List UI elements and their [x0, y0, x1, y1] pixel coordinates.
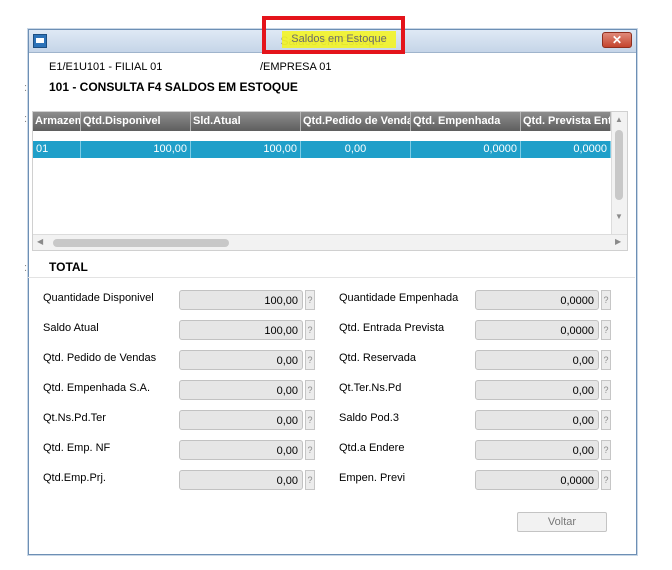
qtd-a-endere-field[interactable]: 0,00 — [475, 440, 599, 460]
section-divider — [28, 277, 635, 278]
help-icon[interactable]: ? — [305, 470, 315, 490]
col-header-qtd-pedido-vendas[interactable]: Qtd.Pedido de Vendas — [301, 112, 411, 131]
field-label: Qt.Ter.Ns.Pd — [339, 382, 402, 394]
background-artifact: : — [24, 113, 28, 125]
field-label: Empen. Previ — [339, 472, 406, 484]
vertical-scroll-thumb[interactable] — [615, 130, 623, 200]
empen-previ-field[interactable]: 0,0000 — [475, 470, 599, 490]
close-button[interactable]: ✕ — [602, 32, 632, 48]
help-icon[interactable]: ? — [601, 290, 611, 310]
help-icon[interactable]: ? — [305, 350, 315, 370]
col-header-sld-atual[interactable]: Sld.Atual — [191, 112, 301, 131]
field-label: Qtd. Emp. NF — [43, 442, 111, 454]
table-row[interactable]: 01 100,00 100,00 0,00 0,0000 0,0000 — [33, 141, 611, 158]
qt-ter-ns-pd-field[interactable]: 0,00 — [475, 380, 599, 400]
vertical-scrollbar[interactable]: ▲ ▼ — [611, 112, 627, 234]
field-label: Qtd. Empenhada S.A. — [43, 382, 151, 394]
highlighted-title-text: Saldos em Estoque — [291, 33, 387, 45]
cell-qtd-disponivel: 100,00 — [81, 141, 191, 158]
horizontal-scroll-thumb[interactable] — [53, 239, 229, 247]
field-label: Qtd. Reservada — [339, 352, 417, 364]
voltar-button[interactable]: Voltar — [517, 512, 607, 532]
scroll-up-icon[interactable]: ▲ — [615, 115, 623, 125]
grid-header: Armazem Qtd.Disponivel Sld.Atual Qtd.Ped… — [33, 112, 611, 131]
qtd-empenhada-sa-field[interactable]: 0,00 — [179, 380, 303, 400]
field-label: Saldo Pod.3 — [339, 412, 399, 424]
quantidade-disponivel-field[interactable]: 100,00 — [179, 290, 303, 310]
help-icon[interactable]: ? — [601, 470, 611, 490]
qtd-reservada-field[interactable]: 0,00 — [475, 350, 599, 370]
qtd-emp-nf-field[interactable]: 0,00 — [179, 440, 303, 460]
field-label: Quantidade Empenhada — [339, 292, 459, 304]
balance-grid[interactable]: Armazem Qtd.Disponivel Sld.Atual Qtd.Ped… — [32, 111, 628, 251]
quantidade-empenhada-field[interactable]: 0,0000 — [475, 290, 599, 310]
scroll-down-icon[interactable]: ▼ — [615, 212, 623, 222]
background-artifact: : — [24, 82, 28, 94]
field-label: Qtd.Emp.Prj. — [43, 472, 106, 484]
total-section-title: TOTAL — [49, 260, 88, 274]
qt-ns-pd-ter-field[interactable]: 0,00 — [179, 410, 303, 430]
col-header-armazem[interactable]: Armazem — [33, 112, 81, 131]
help-icon[interactable]: ? — [305, 290, 315, 310]
help-icon[interactable]: ? — [601, 350, 611, 370]
help-icon[interactable]: ? — [601, 320, 611, 340]
branch-label: E1/E1U101 - FILIAL 01 — [49, 61, 163, 73]
help-icon[interactable]: ? — [305, 380, 315, 400]
help-icon[interactable]: ? — [305, 320, 315, 340]
company-label: /EMPRESA 01 — [260, 61, 332, 73]
field-label: Qt.Ns.Pd.Ter — [43, 412, 106, 424]
field-label: Qtd.a Endere — [339, 442, 405, 454]
cell-qtd-empenhada: 0,0000 — [411, 141, 521, 158]
field-label: Qtd. Entrada Prevista — [339, 322, 445, 334]
scroll-right-icon[interactable]: ▶ — [615, 237, 621, 247]
background-artifact: : — [24, 262, 28, 274]
cell-sld-atual: 100,00 — [191, 141, 301, 158]
qtd-pedido-vendas-field[interactable]: 0,00 — [179, 350, 303, 370]
col-header-qtd-prevista-ent[interactable]: Qtd. Prevista Ent — [521, 112, 611, 131]
help-icon[interactable]: ? — [305, 440, 315, 460]
field-label: Quantidade Disponivel — [43, 292, 154, 304]
qtd-emp-prj-field[interactable]: 0,00 — [179, 470, 303, 490]
consult-title: 101 - CONSULTA F4 SALDOS EM ESTOQUE — [49, 80, 298, 94]
scroll-left-icon[interactable]: ◀ — [37, 237, 43, 247]
help-icon[interactable]: ? — [601, 410, 611, 430]
field-label: Saldo Atual — [43, 322, 99, 334]
saldo-atual-field[interactable]: 100,00 — [179, 320, 303, 340]
help-icon[interactable]: ? — [305, 410, 315, 430]
horizontal-scrollbar[interactable]: ◀ ▶ — [33, 234, 627, 250]
col-header-qtd-empenhada[interactable]: Qtd. Empenhada — [411, 112, 521, 131]
col-header-qtd-disponivel[interactable]: Qtd.Disponivel — [81, 112, 191, 131]
help-icon[interactable]: ? — [601, 380, 611, 400]
qtd-entrada-prevista-field[interactable]: 0,0000 — [475, 320, 599, 340]
cell-armazem: 01 — [33, 141, 81, 158]
saldo-pod3-field[interactable]: 0,00 — [475, 410, 599, 430]
cell-qtd-pedido-vendas: 0,00 — [301, 141, 411, 158]
field-label: Qtd. Pedido de Vendas — [43, 352, 157, 364]
help-icon[interactable]: ? — [601, 440, 611, 460]
cell-qtd-prevista-ent: 0,0000 — [521, 141, 611, 158]
